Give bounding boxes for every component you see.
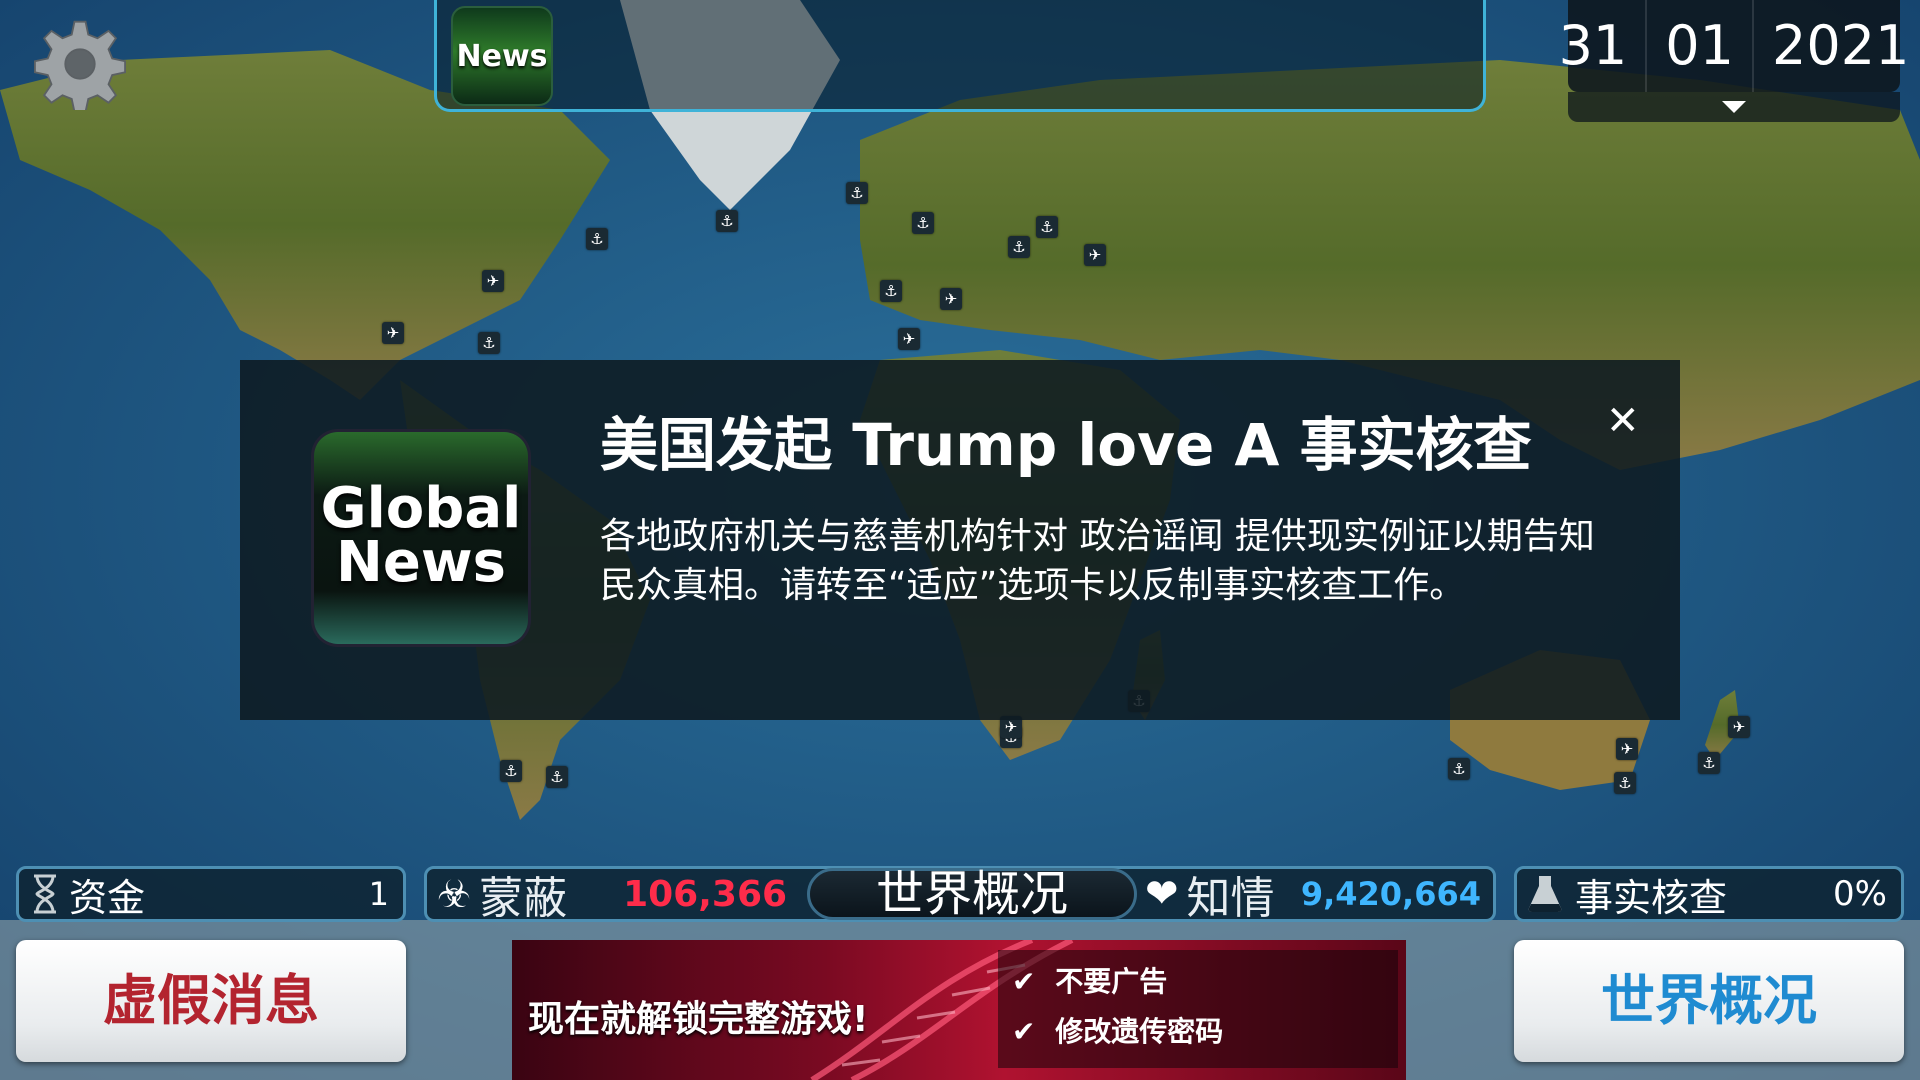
date-month: 01 — [1647, 0, 1754, 92]
airplane-icon[interactable]: ✈ — [898, 328, 920, 350]
anchor-icon[interactable]: ⚓ — [846, 182, 868, 204]
anchor-icon[interactable]: ⚓ — [912, 212, 934, 234]
fact-check-bar[interactable]: 事实核查 0% — [1514, 866, 1904, 922]
ad-banner[interactable]: 现在就解锁完整游戏! ✔ 不要广告 ✔ 修改遗传密码 — [512, 940, 1406, 1080]
check-icon: ✔ — [1012, 1015, 1036, 1048]
popup-title: 美国发起 Trump love A 事实核查 — [600, 411, 1532, 479]
check-icon: ✔ — [1012, 965, 1036, 998]
funds-value: 1 — [368, 875, 389, 913]
ad-benefits: ✔ 不要广告 ✔ 修改遗传密码 — [998, 950, 1398, 1068]
airplane-icon[interactable]: ✈ — [1084, 244, 1106, 266]
flask-icon — [1528, 876, 1562, 912]
ad-benefit-no-ads: 不要广告 — [1055, 965, 1168, 998]
anchor-icon[interactable]: ⚓ — [1698, 752, 1720, 774]
airplane-icon[interactable]: ✈ — [940, 288, 962, 310]
airplane-icon[interactable]: ✈ — [382, 322, 404, 344]
date-expand-button[interactable] — [1568, 92, 1900, 122]
gear-icon — [34, 20, 126, 113]
airplane-icon[interactable]: ✈ — [1616, 738, 1638, 760]
airplane-icon[interactable]: ✈ — [1728, 716, 1750, 738]
anchor-icon[interactable]: ⚓ — [546, 766, 568, 788]
anchor-icon[interactable]: ⚓ — [880, 280, 902, 302]
logo-line1: Global — [320, 476, 522, 541]
ad-benefit-item: ✔ 不要广告 — [1012, 960, 1398, 1000]
news-ticker[interactable]: News — [434, 0, 1486, 112]
news-label: News — [456, 38, 548, 74]
anchor-icon[interactable]: ⚓ — [1008, 236, 1030, 258]
stealth-stat: ☣ 蒙蔽 106,366 — [427, 862, 807, 926]
anchor-icon[interactable]: ⚓ — [1036, 216, 1058, 238]
awareness-value: 9,420,664 — [1300, 875, 1481, 913]
world-overview-tab[interactable]: 世界概况 — [807, 868, 1137, 920]
anchor-icon[interactable]: ⚓ — [1614, 772, 1636, 794]
hourglass-icon — [34, 874, 56, 914]
biohazard-icon: ☣ — [437, 872, 472, 916]
settings-button[interactable] — [34, 18, 126, 113]
fact-check-value: 0% — [1833, 874, 1887, 914]
fake-news-button[interactable]: 虚假消息 — [16, 940, 406, 1062]
airplane-icon[interactable]: ✈ — [482, 270, 504, 292]
anchor-icon[interactable]: ⚓ — [478, 332, 500, 354]
funds-bar[interactable]: 资金 1 — [16, 866, 406, 922]
ad-benefit-item: ✔ 修改遗传密码 — [1012, 1010, 1398, 1050]
anchor-icon[interactable]: ⚓ — [500, 760, 522, 782]
awareness-stat: ❤ 知情 9,420,664 — [1137, 862, 1493, 926]
logo-line2: News — [336, 530, 506, 595]
stealth-value: 106,366 — [623, 873, 788, 915]
anchor-icon[interactable]: ⚓ — [586, 228, 608, 250]
date-day: 31 — [1541, 0, 1648, 92]
popup-body: 各地政府机关与慈善机构针对 政治谣闻 提供现实例证以期告知民众真相。请转至“适应… — [600, 516, 1595, 606]
date-display[interactable]: 31 01 2021 — [1559, 0, 1909, 92]
anchor-icon[interactable]: ⚓ — [1448, 758, 1470, 780]
anchor-icon[interactable]: ⚓ — [716, 210, 738, 232]
funds-label: 资金 — [69, 875, 146, 920]
news-popup: Global News 美国发起 Trump love A 事实核查 ✕ 各地政… — [240, 360, 1680, 720]
world-overview-button[interactable]: 世界概况 — [1514, 940, 1904, 1062]
heart-icon: ❤ — [1145, 871, 1179, 917]
stealth-label: 蒙蔽 — [479, 873, 568, 924]
close-icon[interactable]: ✕ — [1606, 398, 1640, 444]
ad-headline: 现在就解锁完整游戏! — [528, 999, 869, 1040]
chevron-down-icon — [1722, 101, 1746, 113]
news-button[interactable]: News — [451, 6, 553, 106]
world-stats-bar: ☣ 蒙蔽 106,366 世界概况 ❤ 知情 9,420,664 — [424, 866, 1496, 924]
ad-benefit-genes: 修改遗传密码 — [1055, 1015, 1224, 1048]
global-news-logo: Global News — [314, 432, 528, 644]
awareness-label: 知情 — [1186, 873, 1275, 924]
date-year: 2021 — [1772, 14, 1910, 77]
fact-check-label: 事实核查 — [1575, 875, 1728, 920]
